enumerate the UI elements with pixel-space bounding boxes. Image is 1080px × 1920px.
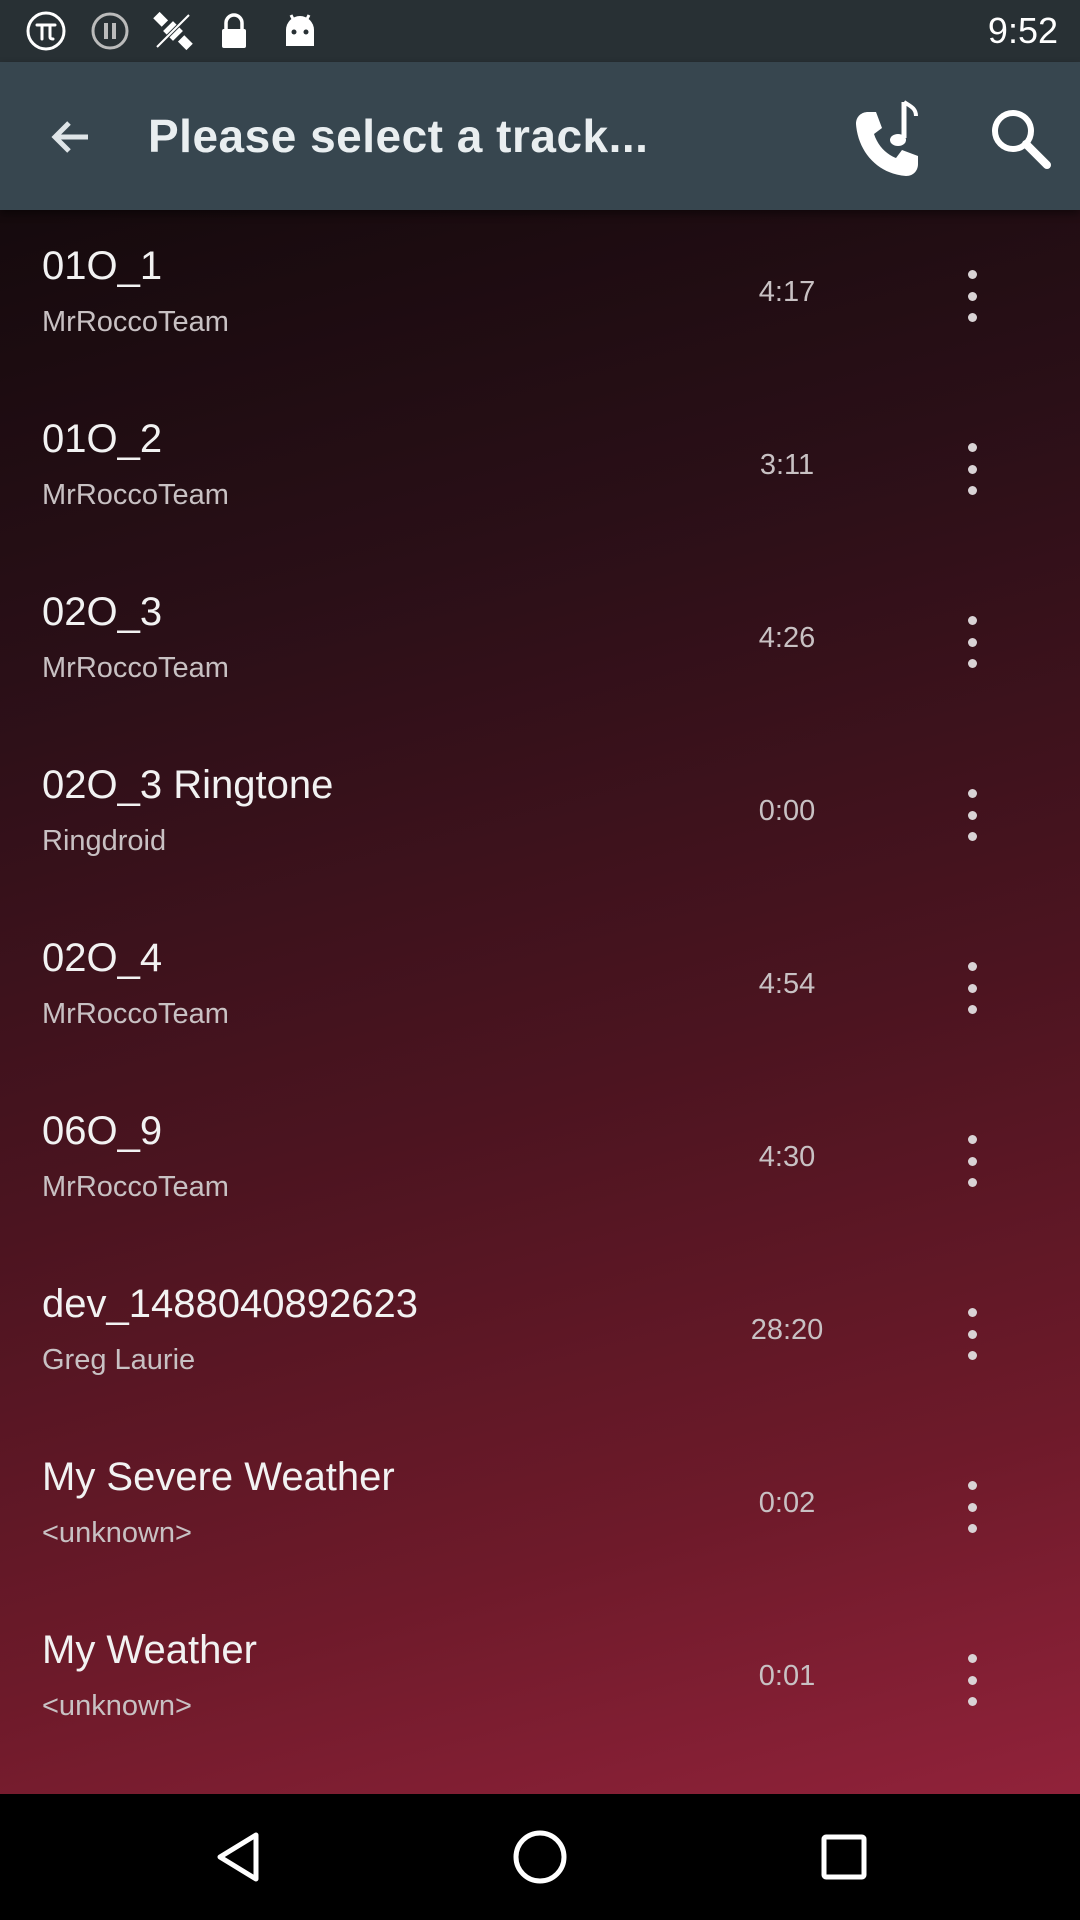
more-options-icon[interactable] — [948, 612, 996, 672]
track-title: 01O_2 — [42, 417, 163, 461]
square-recents-icon — [821, 1834, 867, 1880]
status-bar: 9:52 — [0, 0, 1080, 62]
track-title: My Weather — [42, 1628, 257, 1672]
page-title: Please select a track... — [148, 110, 649, 162]
track-list[interactable]: 01O_1 MrRoccoTeam 4:17 01O_2 MrRoccoTeam… — [0, 210, 1080, 1794]
more-options-icon[interactable] — [948, 1304, 996, 1364]
track-row[interactable]: 01O_1 MrRoccoTeam 4:17 — [0, 210, 1080, 383]
screen: 9:52 Please select a track... 01O_1 MrRo… — [0, 0, 1080, 1920]
track-row[interactable]: My Weather <unknown> 0:01 — [0, 1594, 1080, 1767]
track-title: My Severe Weather — [42, 1455, 395, 1499]
more-options-icon[interactable] — [948, 439, 996, 499]
track-artist: Greg Laurie — [42, 1344, 196, 1376]
lock-icon — [214, 10, 254, 52]
track-duration: 0:02 — [758, 1487, 816, 1519]
back-button[interactable] — [36, 102, 106, 172]
phone-ringtone-icon — [856, 100, 918, 176]
track-artist: MrRoccoTeam — [42, 306, 229, 338]
skip-icon — [88, 10, 132, 52]
track-title: 06O_9 — [42, 1109, 163, 1153]
track-title: 01O_1 — [42, 244, 163, 288]
track-row[interactable]: dev_1488040892623 Greg Laurie 28:20 — [0, 1248, 1080, 1421]
track-title: 02O_3 — [42, 590, 163, 634]
track-artist: MrRoccoTeam — [42, 652, 229, 684]
track-artist: Ringdroid — [42, 825, 167, 857]
nav-back-button[interactable] — [188, 1817, 288, 1897]
circle-home-icon — [513, 1830, 567, 1884]
track-row[interactable]: 06O_9 MrRoccoTeam 4:30 — [0, 1075, 1080, 1248]
search-button[interactable] — [976, 94, 1064, 182]
track-duration: 4:30 — [758, 1141, 816, 1173]
more-options-icon[interactable] — [948, 1650, 996, 1710]
ringtone-button[interactable] — [842, 90, 938, 186]
arrow-back-icon — [51, 121, 88, 153]
triangle-back-icon — [217, 1832, 259, 1882]
no-satellite-icon — [150, 10, 196, 52]
track-artist: MrRoccoTeam — [42, 1171, 229, 1203]
more-options-icon[interactable] — [948, 785, 996, 845]
track-row[interactable]: 02O_4 MrRoccoTeam 4:54 — [0, 902, 1080, 1075]
track-duration: 28:20 — [750, 1314, 824, 1346]
track-row[interactable]: My Severe Weather <unknown> 0:02 — [0, 1421, 1080, 1594]
track-row[interactable]: 02O_3 MrRoccoTeam 4:26 — [0, 556, 1080, 729]
track-row[interactable]: 01O_2 MrRoccoTeam 3:11 — [0, 383, 1080, 556]
track-artist: <unknown> — [42, 1690, 192, 1722]
more-options-icon[interactable] — [948, 266, 996, 326]
track-duration: 0:01 — [758, 1660, 816, 1692]
track-artist: MrRoccoTeam — [42, 479, 229, 511]
track-title: 02O_3 Ringtone — [42, 763, 334, 807]
nav-recents-button[interactable] — [794, 1817, 894, 1897]
android-icon — [278, 10, 322, 52]
track-title: dev_1488040892623 — [42, 1282, 418, 1326]
status-time: 9:52 — [987, 10, 1058, 51]
track-row[interactable]: 02O_3 Ringtone Ringdroid 0:00 — [0, 729, 1080, 902]
track-duration: 3:11 — [759, 449, 815, 481]
search-icon — [992, 110, 1051, 169]
more-options-icon[interactable] — [948, 958, 996, 1018]
track-duration: 4:26 — [758, 622, 816, 654]
nav-home-button[interactable] — [490, 1817, 590, 1897]
track-artist: MrRoccoTeam — [42, 998, 229, 1030]
toolbar: Please select a track... — [0, 62, 1080, 210]
pi-icon — [24, 10, 68, 52]
navigation-bar — [0, 1794, 1080, 1920]
track-duration: 4:17 — [758, 276, 816, 308]
track-artist: <unknown> — [42, 1517, 192, 1549]
more-options-icon[interactable] — [948, 1131, 996, 1191]
track-duration: 0:00 — [758, 795, 816, 827]
track-title: 02O_4 — [42, 936, 163, 980]
more-options-icon[interactable] — [948, 1477, 996, 1537]
track-duration: 4:54 — [758, 968, 816, 1000]
